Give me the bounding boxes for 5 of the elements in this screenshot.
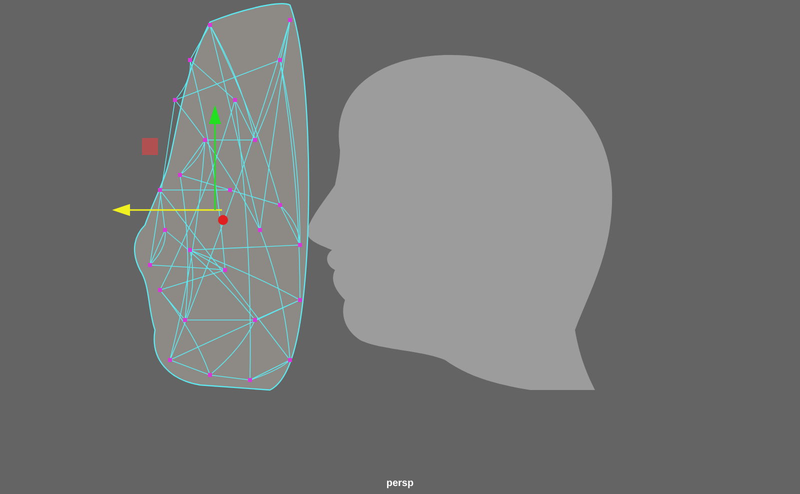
handle-square-icon[interactable]: [142, 138, 158, 155]
pivot-point-icon[interactable]: [218, 215, 228, 225]
move-arrow-icon[interactable]: [209, 105, 221, 210]
camera-label: persp: [386, 477, 414, 491]
move-arrow-icon[interactable]: [112, 204, 222, 216]
